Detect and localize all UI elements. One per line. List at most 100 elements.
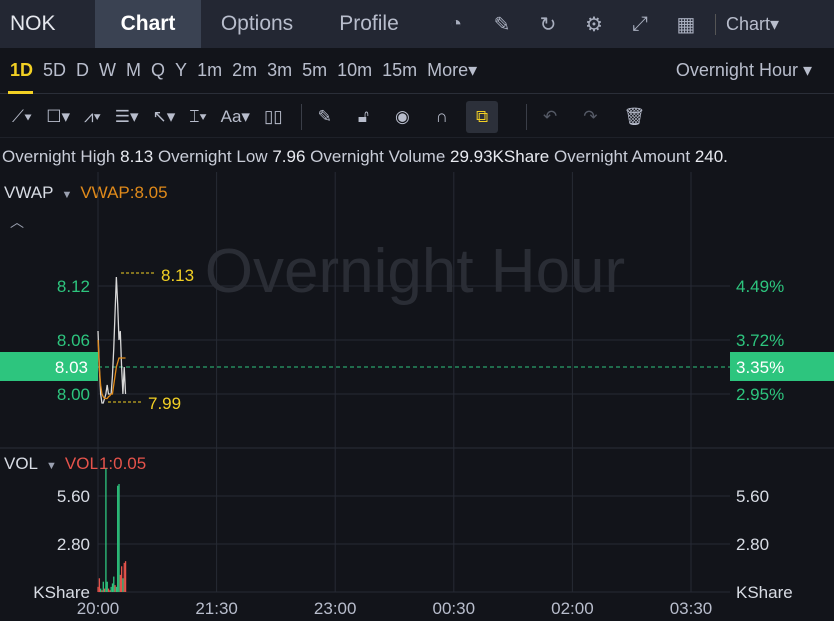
x-tick-label: 21:30: [195, 599, 238, 618]
price-tick-label: 8.12: [57, 277, 90, 296]
period-d[interactable]: D: [74, 48, 89, 94]
percent-tick-label: 4.49%: [736, 277, 784, 296]
current-price: 8.03: [55, 358, 88, 377]
volume-bar: [106, 581, 108, 592]
x-tick-label: 02:00: [551, 599, 594, 618]
low-value: 7.96: [272, 147, 306, 166]
tab-chart[interactable]: Chart: [95, 0, 201, 48]
percent-tick-label: 3.72%: [736, 331, 784, 350]
overnight-stats: Overnight High 8.13 Overnight Low 7.96 O…: [2, 147, 728, 167]
measure-tool-icon[interactable]: ⌶▾: [189, 101, 206, 133]
volume-bar: [121, 566, 123, 592]
volume-tick-label: 5.60: [57, 487, 90, 506]
price-tick-label: 8.06: [57, 331, 90, 350]
period-q[interactable]: Q: [149, 48, 165, 94]
low-label: Overnight Low: [157, 147, 268, 166]
arrow-tool-icon[interactable]: ↖▾: [153, 101, 176, 133]
volume-bar: [117, 485, 119, 592]
tab-options[interactable]: Options: [201, 0, 313, 48]
vol-label: VOL: [4, 454, 39, 473]
volume-tick-label: 2.80: [57, 535, 90, 554]
fullscreen-icon[interactable]: ⤢: [617, 0, 663, 48]
volume-bar: [109, 590, 111, 592]
tab-profile[interactable]: Profile: [313, 0, 425, 48]
fibonacci-tool-icon[interactable]: ☰▾: [115, 101, 139, 133]
volume-bar: [118, 484, 120, 592]
vwap-label: VWAP: [4, 183, 54, 202]
magnet-icon[interactable]: ∩: [436, 101, 448, 133]
period-1m[interactable]: 1m: [195, 48, 222, 94]
eye-icon[interactable]: ◉: [395, 101, 410, 133]
line-tool-icon[interactable]: ⟋▾: [12, 101, 32, 133]
top-bar: NOK Chart Options Profile ◔ ✎ ↻ ⚙ ⤢ ▦ Ch…: [0, 0, 834, 48]
volume-bar: [107, 588, 110, 592]
percent-tick-label: 2.95%: [736, 385, 784, 404]
watermark: Overnight Hour: [205, 237, 625, 306]
volume-bar: [105, 468, 107, 592]
dropdown-icon[interactable]: ▼: [61, 189, 72, 201]
dropdown-icon[interactable]: ▼: [46, 460, 57, 472]
edit-icon[interactable]: ✎: [479, 0, 525, 48]
refresh-icon[interactable]: ↻: [525, 0, 571, 48]
text-tool-icon[interactable]: Aa▾: [221, 101, 250, 133]
vwap-indicator[interactable]: VWAP ▼ VWAP:8.05: [4, 183, 168, 203]
volume-bar: [110, 586, 112, 592]
volume-tick-label-right: 5.60: [736, 487, 769, 506]
amount-value: 240.: [694, 147, 728, 166]
high-label: Overnight High: [2, 147, 116, 166]
symbol: NOK: [10, 12, 56, 35]
period-3m[interactable]: 3m: [265, 48, 292, 94]
link-icon[interactable]: ⧉: [466, 100, 499, 133]
gear-icon[interactable]: ⚙: [571, 0, 617, 48]
volume-tick-label-right: 2.80: [736, 535, 769, 554]
period-15m[interactable]: 15m: [380, 48, 417, 94]
volume-bar: [119, 574, 121, 592]
volume-bar: [113, 576, 115, 592]
volume-bar: [103, 588, 106, 592]
volume-bar: [111, 583, 114, 592]
period-5m[interactable]: 5m: [300, 48, 327, 94]
period-m[interactable]: M: [124, 48, 141, 94]
volume-unit-right: KShare: [736, 583, 793, 602]
vol-value: VOL1:0.05: [64, 454, 147, 473]
current-pct: 3.35%: [736, 358, 784, 377]
lock-icon[interactable]: 🔓︎: [358, 101, 369, 133]
rectangle-tool-icon[interactable]: ☐▾: [46, 101, 70, 133]
low-marker: 7.99: [148, 394, 181, 413]
period-more[interactable]: More▾: [425, 48, 477, 94]
pattern-tool-icon[interactable]: ⩘▾: [84, 101, 101, 133]
undo-icon[interactable]: ↶: [543, 101, 557, 133]
period-1d[interactable]: 1D: [8, 48, 34, 94]
period-5d[interactable]: 5D: [41, 48, 66, 94]
redo-icon[interactable]: ↷: [583, 101, 597, 133]
drawing-toolbar: ⟋▾ ☐▾ ⩘▾ ☰▾ ↖▾ ⌶▾ Aa▾ ▯▯ ✎ 🔓︎ ◉ ∩ ⧉ ↶ ↷ …: [0, 96, 834, 138]
vwap-value: VWAP:8.05: [80, 183, 168, 202]
candle-tool-icon[interactable]: ▯▯: [264, 101, 283, 133]
period-y[interactable]: Y: [173, 48, 187, 94]
volume-bar: [102, 581, 104, 592]
chart-type-dropdown[interactable]: Chart▾: [715, 13, 779, 35]
vwap-line: [97, 339, 126, 400]
volume-bar: [101, 590, 103, 592]
volume-bar: [115, 586, 118, 592]
vol-indicator[interactable]: VOL ▼ VOL1:0.05: [4, 454, 146, 474]
high-marker: 8.13: [161, 266, 194, 285]
volume-label: Overnight Volume: [310, 147, 446, 166]
volume-bar: [114, 585, 116, 592]
period-w[interactable]: W: [97, 48, 116, 94]
session-dropdown[interactable]: Overnight Hour ▾: [676, 60, 812, 81]
x-tick-label: 03:30: [670, 599, 713, 618]
volume-bar: [124, 561, 127, 592]
gauge-icon[interactable]: ◔: [433, 0, 479, 48]
current-price-badge: [0, 352, 98, 381]
divider: [300, 103, 302, 130]
period-2m[interactable]: 2m: [230, 48, 257, 94]
volume-value: 29.93KShare: [450, 147, 550, 166]
trash-icon[interactable]: 🗑︎: [624, 101, 646, 133]
volume-bar: [98, 578, 101, 592]
period-10m[interactable]: 10m: [335, 48, 372, 94]
collapse-icon[interactable]: ︿: [10, 212, 24, 232]
pencil-icon[interactable]: ✎: [318, 101, 332, 133]
volume-bar: [100, 588, 102, 592]
grid-layout-icon[interactable]: ▦: [663, 0, 709, 48]
